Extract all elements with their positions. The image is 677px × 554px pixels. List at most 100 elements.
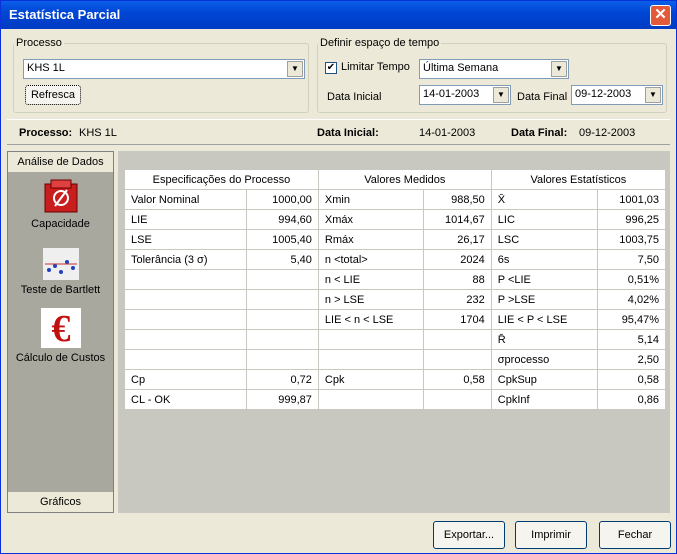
data-inicial-label: Data Inicial	[327, 91, 382, 103]
chevron-down-icon[interactable]: ▼	[551, 61, 567, 77]
euro-icon: €	[40, 308, 81, 348]
tab-graficos[interactable]: Gráficos	[8, 492, 113, 512]
table-label	[317, 389, 424, 410]
table-label	[124, 329, 247, 350]
table-row: Tolerância (3 σ) 5,40 n <total> 2024 6s 7,50	[124, 249, 666, 270]
window-title: Estatística Parcial	[9, 7, 121, 22]
table-label: P >LSE	[490, 289, 599, 310]
table-label	[124, 269, 247, 290]
summary-data-inicial-value: 14-01-2003	[419, 127, 476, 139]
column-header: Valores Medidos	[317, 169, 492, 190]
data-final-value: 09-12-2003	[575, 88, 632, 100]
table-label: LSE	[124, 229, 247, 250]
table-row: LSE 1005,40 Rmáx 26,17 LSC 1003,75	[124, 229, 666, 250]
table-label	[124, 309, 247, 330]
period-combo[interactable]: Última Semana ▼	[419, 59, 569, 79]
print-button[interactable]: Imprimir	[515, 521, 587, 549]
summary-data-final-value: 09-12-2003	[579, 127, 636, 139]
processo-combo[interactable]: KHS 1L ▼	[23, 59, 305, 79]
table-label: σprocesso	[490, 349, 599, 370]
table-label: n <total>	[317, 249, 424, 270]
table-value: 994,60	[245, 209, 319, 230]
table-row: Cp 0,72 Cpk 0,58 CpkSup 0,58	[124, 369, 666, 390]
table-row: LIE < n < LSE 1704 LIE < P < LSE 95,47%	[124, 309, 666, 330]
data-inicial-value: 14-01-2003	[423, 88, 480, 100]
print-label: Imprimir	[531, 529, 571, 541]
table-label: Rmáx	[317, 229, 424, 250]
refresh-button[interactable]: Refresca	[25, 85, 81, 105]
title-bar: Estatística Parcial ✕	[1, 1, 676, 29]
processo-value: KHS 1L	[27, 62, 65, 74]
refresh-label: Refresca	[30, 89, 76, 101]
chevron-down-icon[interactable]: ▼	[645, 87, 661, 103]
period-value: Última Semana	[423, 62, 499, 74]
table-value	[245, 349, 319, 370]
table-label: Xmin	[317, 189, 424, 210]
table-value: 999,87	[245, 389, 319, 410]
summary-data-inicial-label: Data Inicial:	[317, 127, 379, 139]
table-value: 996,25	[597, 209, 666, 230]
table-row: CL - OK 999,87 CpkInf 0,86	[124, 389, 666, 410]
table-value: 0,72	[245, 369, 319, 390]
table-value: 232	[422, 289, 492, 310]
table-value: 7,50	[597, 249, 666, 270]
sidebar-item-capacidade[interactable]: Capacidade	[8, 178, 113, 230]
chevron-down-icon[interactable]: ▼	[287, 61, 303, 77]
table-value: 988,50	[422, 189, 492, 210]
table-label	[124, 289, 247, 310]
table-label: R̄	[490, 329, 599, 350]
chevron-down-icon[interactable]: ▼	[493, 87, 509, 103]
data-final-picker[interactable]: 09-12-2003 ▼	[571, 85, 663, 105]
table-value: 1003,75	[597, 229, 666, 250]
limit-time-checkbox[interactable]: ✔	[325, 62, 337, 74]
table-value: 0,51%	[597, 269, 666, 290]
table-value: 2,50	[597, 349, 666, 370]
table-label: Valor Nominal	[124, 189, 247, 210]
svg-text:€: €	[51, 308, 70, 348]
export-button[interactable]: Exportar...	[433, 521, 505, 549]
sidebar-item-bartlett[interactable]: Teste de Bartlett	[8, 248, 113, 296]
close-label: Fechar	[617, 529, 653, 541]
bartlett-icon	[42, 248, 79, 280]
table-value: 0,86	[597, 389, 666, 410]
table-row: Valor Nominal 1000,00 Xmin 988,50 X̄ 1001,03	[124, 189, 666, 210]
table-label	[317, 349, 424, 370]
column-header: Especificações do Processo	[124, 169, 319, 190]
tab-analise-de-dados[interactable]: Análise de Dados	[8, 152, 113, 172]
sidebar-item-label: Teste de Bartlett	[20, 284, 101, 296]
table-value: 5,40	[245, 249, 319, 270]
sidebar-item-custos[interactable]: € Cálculo de Custos	[8, 308, 113, 364]
table-label	[124, 349, 247, 370]
table-value: 0,58	[422, 369, 492, 390]
table-value: 26,17	[422, 229, 492, 250]
table-label: Tolerância (3 σ)	[124, 249, 247, 270]
table-value	[245, 309, 319, 330]
table-value: 2024	[422, 249, 492, 270]
table-label: Cpk	[317, 369, 424, 390]
summary-data-final-label: Data Final:	[511, 127, 568, 139]
table-value: 4,02%	[597, 289, 666, 310]
tempo-legend: Definir espaço de tempo	[320, 37, 440, 49]
column-header: Valores Estatísticos	[490, 169, 667, 190]
limit-time-label: Limitar Tempo	[341, 61, 410, 73]
close-button[interactable]: ✕	[650, 5, 671, 26]
processo-legend: Processo	[16, 37, 62, 49]
table-label: P <LIE	[490, 269, 599, 290]
close-dialog-button[interactable]: Fechar	[599, 521, 671, 549]
table-label: LSC	[490, 229, 599, 250]
table-header-row: Especificações do Processo Valores Medido…	[124, 169, 667, 190]
statistics-table: Especificações do Processo Valores Medido…	[124, 169, 667, 410]
table-row: n < LIE 88 P <LIE 0,51%	[124, 269, 666, 290]
capacity-icon	[44, 179, 77, 213]
table-value: 1001,03	[597, 189, 666, 210]
data-final-label: Data Final	[517, 91, 568, 103]
summary-processo-value: KHS 1L	[79, 127, 117, 139]
table-value	[422, 389, 492, 410]
data-inicial-picker[interactable]: 14-01-2003 ▼	[419, 85, 511, 105]
table-value: 0,58	[597, 369, 666, 390]
table-label: LIE	[124, 209, 247, 230]
table-value: 1005,40	[245, 229, 319, 250]
table-label	[317, 329, 424, 350]
table-value	[422, 329, 492, 350]
table-label: LIE < P < LSE	[490, 309, 599, 330]
